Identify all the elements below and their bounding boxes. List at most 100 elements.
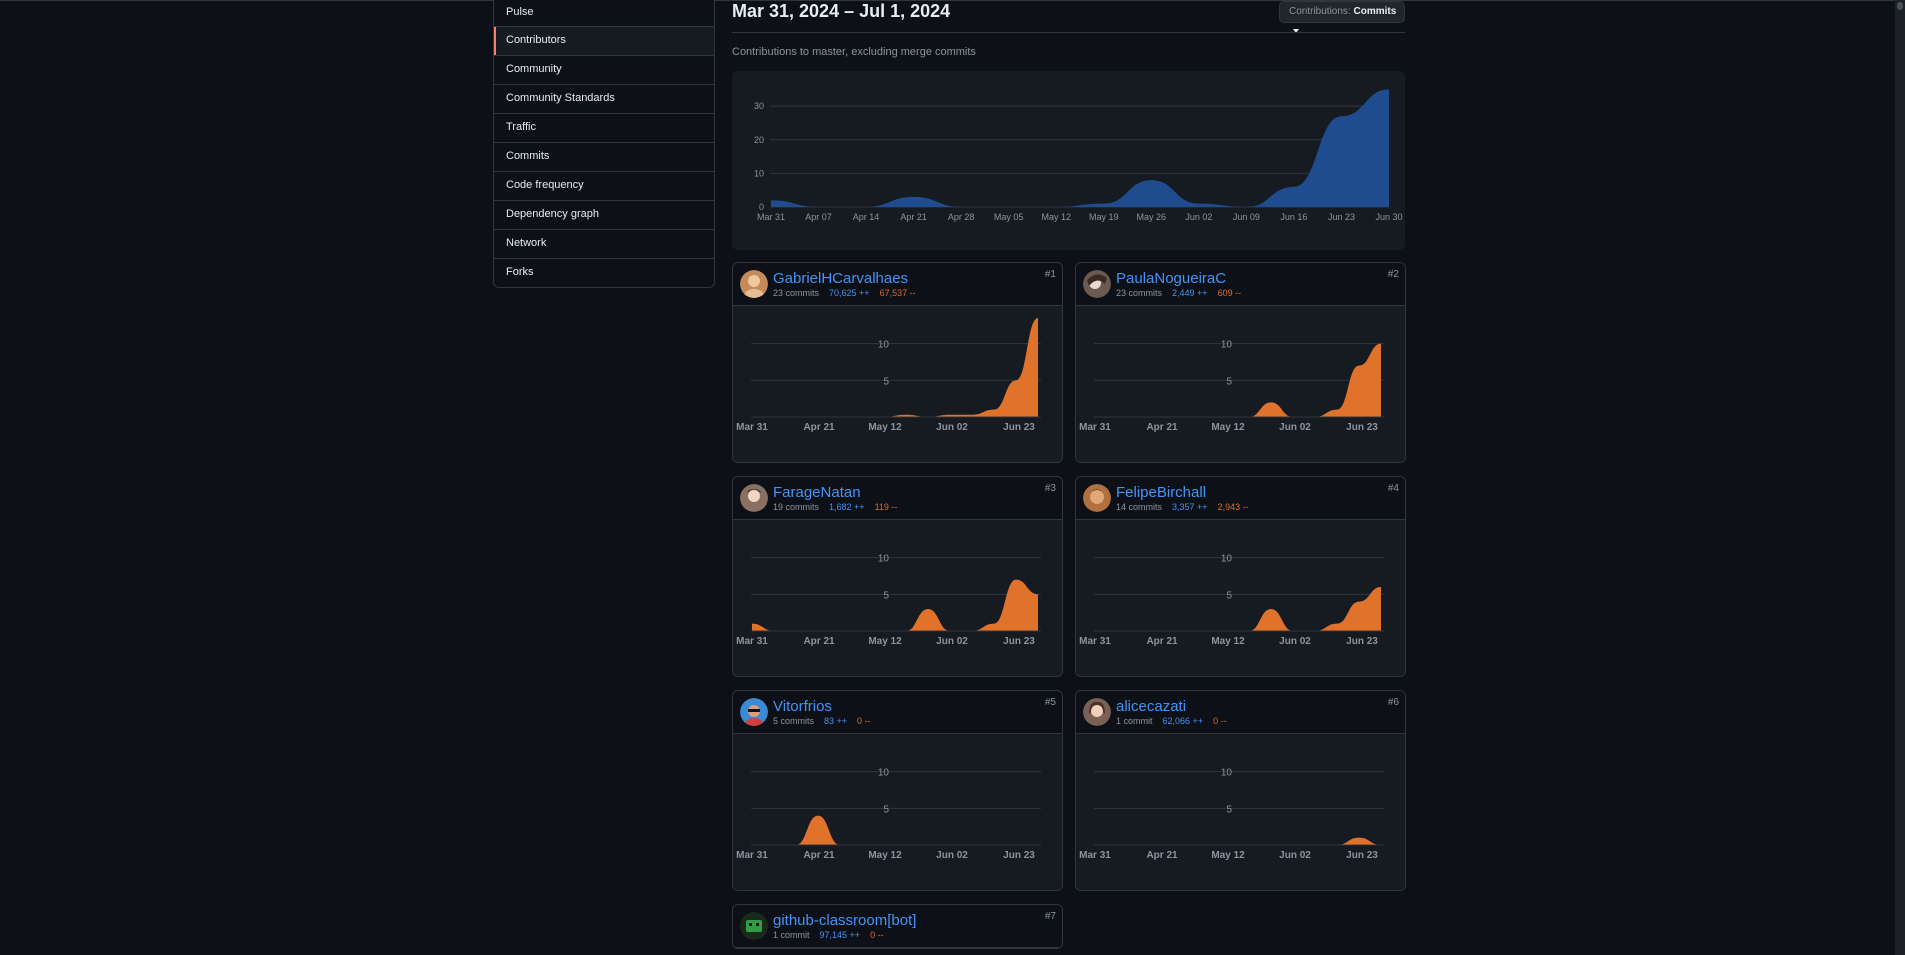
x-tick-label: May 12 xyxy=(868,636,902,647)
avatar[interactable] xyxy=(740,270,768,298)
x-tick-label: Jun 02 xyxy=(936,422,968,433)
additions-count: 83 ++ xyxy=(824,716,848,726)
additions-count: 3,357 ++ xyxy=(1172,502,1208,512)
contributor-card-3: FarageNatan 19 commits 1,682 ++ 119 -- #3 … xyxy=(732,476,1063,677)
deletions-count: 0 -- xyxy=(1213,716,1227,726)
contributor-name-link[interactable]: PaulaNogueiraC xyxy=(1116,270,1226,287)
contributor-card-5: Vitorfrios 5 commits 83 ++ 0 -- #5 5 10 Mar … xyxy=(732,690,1063,891)
contributor-rank: #7 xyxy=(1044,911,1056,922)
contributor-header: github-classroom[bot] 1 commit 97,145 ++ 0… xyxy=(733,905,1062,948)
contributor-name-link[interactable]: alicecazati xyxy=(1116,698,1186,715)
x-tick-label: Apr 21 xyxy=(1146,422,1178,433)
contributor-card-1: GabrielHCarvalhaes 23 commits 70,625 ++ 67… xyxy=(732,262,1063,463)
sidebar-item-contributors[interactable]: Contributors xyxy=(494,26,714,55)
sidebar-item-community[interactable]: Community xyxy=(494,55,714,84)
x-tick-label: Jun 16 xyxy=(1280,212,1307,222)
contributor-area xyxy=(752,815,1038,845)
avatar[interactable] xyxy=(740,698,768,726)
x-tick-label: Apr 21 xyxy=(900,212,927,222)
y-tick-label: 20 xyxy=(754,135,764,145)
sidebar-item-network[interactable]: Network xyxy=(494,229,714,258)
page-scrollbar[interactable] xyxy=(1895,0,1905,955)
x-tick-label: Mar 31 xyxy=(1079,422,1111,433)
contributor-name-link[interactable]: FelipeBirchall xyxy=(1116,484,1206,501)
commit-count: 5 commits xyxy=(773,716,815,726)
x-tick-label: May 12 xyxy=(868,422,902,433)
y-tick-label: 10 xyxy=(1221,554,1233,565)
x-tick-label: Apr 21 xyxy=(1146,636,1178,647)
scrollbar-thumb[interactable] xyxy=(1897,2,1903,10)
x-tick-label: May 05 xyxy=(994,212,1024,222)
contributor-name-link[interactable]: GabrielHCarvalhaes xyxy=(773,270,908,287)
x-tick-label: Jun 02 xyxy=(1185,212,1212,222)
x-tick-label: Mar 31 xyxy=(1079,636,1111,647)
contributor-header: alicecazati 1 commit 62,066 ++ 0 -- #6 xyxy=(1076,691,1405,734)
sidebar-item-commits[interactable]: Commits xyxy=(494,142,714,171)
y-tick-label: 10 xyxy=(754,168,764,178)
contributor-stats: 1 commit 62,066 ++ 0 -- xyxy=(1116,716,1227,726)
deletions-count: 0 -- xyxy=(857,716,871,726)
x-tick-label: May 12 xyxy=(1211,850,1245,861)
additions-count: 2,449 ++ xyxy=(1172,288,1208,298)
contributor-name-link[interactable]: FarageNatan xyxy=(773,484,861,501)
overall-chart-svg: 0 10 20 30 Mar 31 Apr 07 Apr 14 Apr 21 Apr 28 May… xyxy=(754,89,1403,222)
contributor-rank: #3 xyxy=(1044,483,1056,494)
contributor-header: PaulaNogueiraC 23 commits 2,449 ++ 609 -- … xyxy=(1076,263,1405,306)
contributor-stats: 23 commits 70,625 ++ 67,537 -- xyxy=(773,288,916,298)
deletions-count: 2,943 -- xyxy=(1217,502,1249,512)
x-tick-label: May 26 xyxy=(1137,212,1167,222)
sidebar-item-dependency-graph[interactable]: Dependency graph xyxy=(494,200,714,229)
sidebar-item-code-frequency[interactable]: Code frequency xyxy=(494,171,714,200)
x-tick-label: Apr 21 xyxy=(803,422,835,433)
y-tick-label: 5 xyxy=(883,590,889,601)
contributor-card-6: alicecazati 1 commit 62,066 ++ 0 -- #6 5 10… xyxy=(1075,690,1406,891)
sidebar-item-pulse[interactable]: Pulse xyxy=(494,0,714,26)
contributor-chart: 5 10 Mar 31 Apr 21 May 12 Jun 02 Jun 23 xyxy=(1076,306,1405,462)
x-tick-label: Jun 23 xyxy=(1346,850,1378,861)
y-tick-label: 10 xyxy=(1221,768,1233,779)
x-tick-label: Jun 02 xyxy=(936,636,968,647)
contributor-area xyxy=(752,579,1038,631)
contributor-chart-svg: 5 10 Mar 31 Apr 21 May 12 Jun 02 Jun 23 xyxy=(736,318,1041,433)
avatar[interactable] xyxy=(740,484,768,512)
x-tick-label: Jun 02 xyxy=(1279,636,1311,647)
x-tick-label: Mar 31 xyxy=(736,636,768,647)
contributor-chart: 5 10 Mar 31 Apr 21 May 12 Jun 02 Jun 23 xyxy=(733,520,1062,676)
x-tick-label: Apr 21 xyxy=(803,850,835,861)
contributor-name-link[interactable]: Vitorfrios xyxy=(773,698,832,715)
additions-count: 70,625 ++ xyxy=(829,288,870,298)
x-tick-label: Apr 14 xyxy=(853,212,880,222)
x-tick-label: Mar 31 xyxy=(736,850,768,861)
x-tick-label: Mar 31 xyxy=(1079,850,1111,861)
contributor-name-link[interactable]: github-classroom[bot] xyxy=(773,912,916,929)
avatar[interactable] xyxy=(740,912,768,940)
contributor-card-7: github-classroom[bot] 1 commit 97,145 ++ 0… xyxy=(732,904,1063,949)
avatar[interactable] xyxy=(1083,698,1111,726)
x-tick-label: Jun 30 xyxy=(1375,212,1402,222)
x-tick-label: Jun 23 xyxy=(1003,850,1035,861)
header-divider xyxy=(732,32,1405,33)
x-tick-label: Apr 21 xyxy=(803,636,835,647)
avatar[interactable] xyxy=(1083,484,1111,512)
sidebar-item-forks[interactable]: Forks xyxy=(494,258,714,287)
deletions-count: 119 -- xyxy=(874,502,898,512)
y-tick-label: 10 xyxy=(878,340,890,351)
contributor-header: FelipeBirchall 14 commits 3,357 ++ 2,943 -… xyxy=(1076,477,1405,520)
x-tick-label: Jun 02 xyxy=(1279,850,1311,861)
commit-count: 1 commit xyxy=(1116,716,1153,726)
deletions-count: 67,537 -- xyxy=(879,288,916,298)
sidebar-item-traffic[interactable]: Traffic xyxy=(494,113,714,142)
commit-count: 23 commits xyxy=(1116,288,1163,298)
contributor-header: GabrielHCarvalhaes 23 commits 70,625 ++ 67… xyxy=(733,263,1062,306)
sidebar-item-community-standards[interactable]: Community Standards xyxy=(494,84,714,113)
contributor-card-4: FelipeBirchall 14 commits 3,357 ++ 2,943 -… xyxy=(1075,476,1406,677)
y-tick-label: 0 xyxy=(759,202,764,212)
overall-contributions-chart: 0 10 20 30 Mar 31 Apr 07 Apr 14 Apr 21 Apr 28 May… xyxy=(732,71,1405,250)
contributor-rank: #1 xyxy=(1044,269,1056,280)
insights-sidebar: Pulse Contributors Community Community S… xyxy=(493,0,715,288)
y-tick-label: 5 xyxy=(1226,376,1232,387)
avatar[interactable] xyxy=(1083,270,1111,298)
contributions-type-dropdown[interactable]: Contributions: Commits xyxy=(1279,1,1405,34)
contributor-header: Vitorfrios 5 commits 83 ++ 0 -- #5 xyxy=(733,691,1062,734)
commit-count: 14 commits xyxy=(1116,502,1163,512)
